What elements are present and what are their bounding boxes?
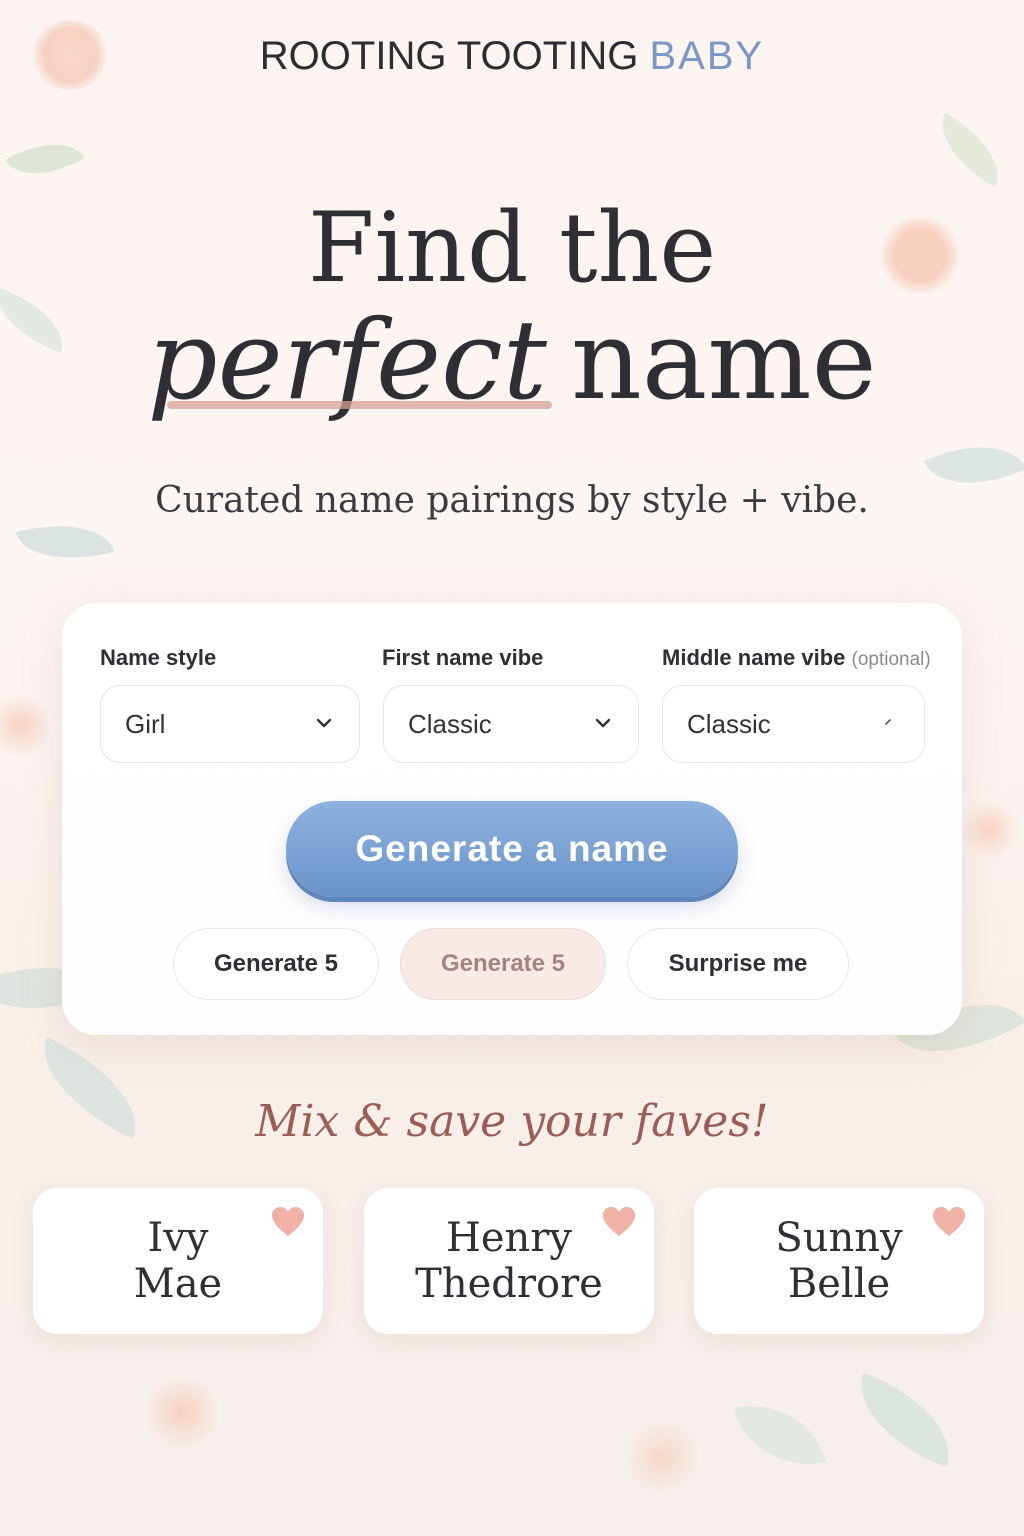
fave-middle-name: Mae	[133, 1261, 223, 1307]
fave-first-name: Henry	[445, 1215, 573, 1261]
heart-icon[interactable]	[602, 1206, 636, 1238]
middle-vibe-label-text: Middle name vibe	[662, 645, 846, 670]
heart-icon[interactable]	[271, 1206, 305, 1238]
hero-subtitle: Curated name pairings by style + vibe.	[155, 480, 869, 521]
heart-icon[interactable]	[932, 1206, 966, 1238]
hero-title-line2: perfect name	[0, 305, 1024, 415]
chevron-down-icon	[595, 718, 611, 728]
middle-vibe-label: Middle name vibe (optional)	[662, 645, 931, 671]
generate-5-alt-button[interactable]: Generate 5	[400, 928, 606, 1000]
name-style-value: Girl	[125, 708, 166, 739]
middle-vibe-select[interactable]: Classic	[662, 685, 925, 763]
hero-title-line1: Find the	[307, 192, 717, 304]
middle-vibe-value: Classic	[687, 708, 771, 739]
fave-middle-name: Belle	[787, 1261, 891, 1307]
first-vibe-label: First name vibe	[382, 645, 544, 670]
hero-word-name: name	[570, 296, 877, 424]
hero-script-word: perfect	[147, 305, 552, 415]
first-vibe-value: Classic	[408, 708, 492, 739]
generate-5-button[interactable]: Generate 5	[173, 928, 379, 1000]
script-underline	[167, 401, 552, 409]
generate-name-button[interactable]: Generate a name	[286, 801, 738, 897]
brand-logo[interactable]: ROOTING TOOTING BABY	[0, 34, 1024, 79]
faves-title: Mix & save your faves!	[255, 1096, 769, 1147]
surprise-me-button[interactable]: Surprise me	[627, 928, 849, 1000]
name-style-label: Name style	[100, 645, 217, 670]
chevron-down-icon	[316, 718, 332, 728]
optional-hint: (optional)	[851, 649, 931, 670]
fave-card[interactable]: Ivy Mae	[33, 1188, 323, 1334]
fave-first-name: Ivy	[147, 1215, 209, 1261]
first-vibe-select[interactable]: Classic	[383, 685, 639, 763]
name-style-select[interactable]: Girl	[100, 685, 360, 763]
fave-card[interactable]: Henry Thedrore	[364, 1188, 654, 1334]
brand-name-main: ROOTING TOOTING	[259, 34, 639, 78]
fave-middle-name: Thedrore	[415, 1261, 603, 1307]
generator-panel: Name style First name vibe Middle name v…	[62, 603, 962, 1035]
fave-first-name: Sunny	[775, 1215, 903, 1261]
brand-name-accent: BABY	[649, 34, 765, 78]
chevron-down-icon	[885, 719, 891, 725]
fave-card[interactable]: Sunny Belle	[694, 1188, 984, 1334]
